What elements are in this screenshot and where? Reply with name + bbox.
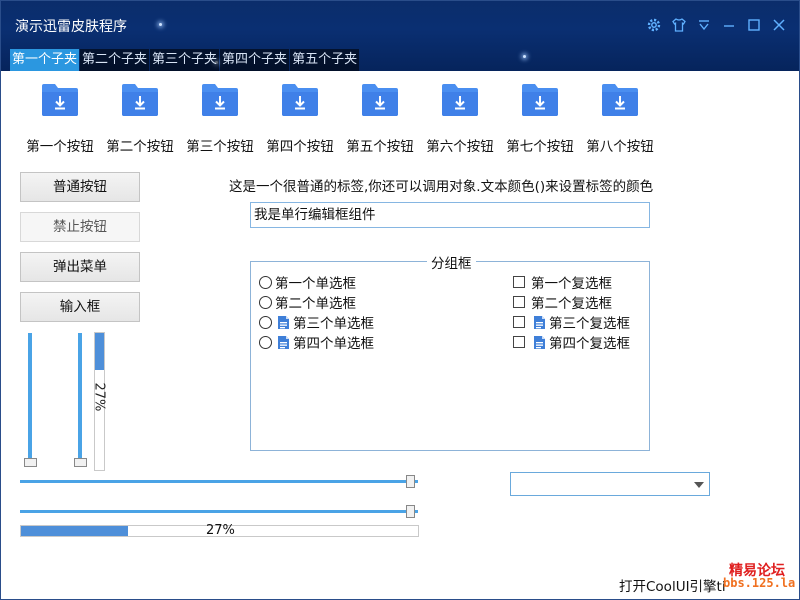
plain-label: 这是一个很普通的标签,你还可以调用对象.文本颜色()来设置标签的颜色 bbox=[229, 179, 654, 195]
restore-icon[interactable] bbox=[741, 13, 766, 37]
vertical-progress-fill bbox=[95, 333, 104, 370]
status-text: 打开CoolUI引擎ti bbox=[619, 579, 726, 595]
vertical-progress-text: 27% bbox=[91, 382, 107, 412]
checkbox-option-3[interactable]: 第三个复选框 bbox=[513, 313, 630, 332]
horizontal-progress-text: 27% bbox=[206, 523, 235, 538]
download-folder-icon bbox=[201, 83, 239, 117]
toolbar-button-label: 第一个按钮 bbox=[26, 139, 94, 155]
gear-icon[interactable] bbox=[641, 13, 666, 37]
disabled-button: 禁止按钮 bbox=[20, 212, 140, 242]
toolbar-button-6[interactable]: 第六个按钮 bbox=[420, 83, 500, 155]
document-icon bbox=[534, 315, 545, 329]
radio-circle[interactable] bbox=[259, 275, 272, 289]
checkbox-option-4[interactable]: 第四个复选框 bbox=[513, 333, 630, 352]
download-folder-icon bbox=[41, 83, 79, 117]
checkbox-label: 第四个复选框 bbox=[549, 336, 630, 352]
radio-label: 第二个单选框 bbox=[275, 296, 356, 312]
radio-circle[interactable] bbox=[259, 295, 272, 309]
horizontal-slider-2[interactable] bbox=[20, 510, 418, 513]
radio-label: 第一个单选框 bbox=[275, 276, 356, 292]
toolbar-button-1[interactable]: 第一个按钮 bbox=[20, 83, 100, 155]
horizontal-slider-1-thumb[interactable] bbox=[406, 475, 415, 488]
watermark-url: bbs.125.la bbox=[723, 576, 796, 590]
checkbox-option-2[interactable]: 第二个复选框 bbox=[513, 293, 612, 312]
tab-2[interactable]: 第二个子夹 bbox=[80, 49, 150, 71]
document-icon bbox=[278, 335, 289, 349]
tab-3[interactable]: 第三个子夹 bbox=[150, 49, 220, 71]
title-bar[interactable]: 演示迅雷皮肤程序 第一个子夹 第二个子夹 第三个子夹 第四个子夹 第五个子夹 bbox=[1, 1, 799, 71]
radio-option-2[interactable]: 第二个单选框 bbox=[259, 293, 356, 312]
tab-strip: 第一个子夹 第二个子夹 第三个子夹 第四个子夹 第五个子夹 bbox=[10, 49, 360, 71]
app-window: 演示迅雷皮肤程序 第一个子夹 第二个子夹 第三个子夹 第四个子夹 第五个子夹 第… bbox=[0, 0, 800, 600]
toolbar-button-label: 第八个按钮 bbox=[586, 139, 654, 155]
menu-down-icon[interactable] bbox=[691, 13, 716, 37]
shirt-icon[interactable] bbox=[666, 13, 691, 37]
checkbox-label: 第二个复选框 bbox=[531, 296, 612, 312]
popup-menu-button[interactable]: 弹出菜单 bbox=[20, 252, 140, 282]
toolbar-button-2[interactable]: 第二个按钮 bbox=[100, 83, 180, 155]
download-folder-icon bbox=[121, 83, 159, 117]
combo-box[interactable] bbox=[510, 472, 710, 496]
toolbar-button-4[interactable]: 第四个按钮 bbox=[260, 83, 340, 155]
document-icon bbox=[278, 315, 289, 329]
radio-option-1[interactable]: 第一个单选框 bbox=[259, 273, 356, 292]
window-title: 演示迅雷皮肤程序 bbox=[15, 19, 127, 35]
toolbar-button-label: 第三个按钮 bbox=[186, 139, 254, 155]
toolbar-button-label: 第二个按钮 bbox=[106, 139, 174, 155]
vertical-progress-bar: 27% bbox=[91, 332, 107, 471]
tab-4[interactable]: 第四个子夹 bbox=[220, 49, 290, 71]
horizontal-slider-1[interactable] bbox=[20, 480, 418, 483]
checkbox-square[interactable] bbox=[513, 336, 525, 348]
toolbar-button-5[interactable]: 第五个按钮 bbox=[340, 83, 420, 155]
radio-option-3[interactable]: 第三个单选框 bbox=[259, 313, 374, 332]
horizontal-progress-fill bbox=[21, 526, 129, 536]
checkbox-label: 第三个复选框 bbox=[549, 316, 630, 332]
radio-circle[interactable] bbox=[259, 335, 272, 349]
checkbox-option-1[interactable]: 第一个复选框 bbox=[513, 273, 612, 292]
toolbar-button-3[interactable]: 第三个按钮 bbox=[180, 83, 260, 155]
checkbox-square[interactable] bbox=[513, 316, 525, 328]
radio-label: 第三个单选框 bbox=[293, 316, 374, 332]
vertical-slider-2[interactable] bbox=[78, 333, 82, 463]
download-folder-icon bbox=[441, 83, 479, 117]
checkbox-square[interactable] bbox=[513, 296, 525, 308]
single-line-edit[interactable]: 我是单行编辑框组件 bbox=[250, 202, 650, 228]
toolbar-button-label: 第七个按钮 bbox=[506, 139, 574, 155]
download-folder-icon bbox=[281, 83, 319, 117]
download-folder-icon bbox=[361, 83, 399, 117]
toolbar-button-label: 第五个按钮 bbox=[346, 139, 414, 155]
vertical-slider-1[interactable] bbox=[28, 333, 32, 463]
normal-button[interactable]: 普通按钮 bbox=[20, 172, 140, 202]
toolbar-button-7[interactable]: 第七个按钮 bbox=[500, 83, 580, 155]
minimize-icon[interactable] bbox=[716, 13, 741, 37]
radio-label: 第四个单选框 bbox=[293, 336, 374, 352]
checkbox-label: 第一个复选框 bbox=[531, 276, 612, 292]
tab-5[interactable]: 第五个子夹 bbox=[290, 49, 360, 71]
horizontal-slider-2-thumb[interactable] bbox=[406, 505, 415, 518]
radio-option-4[interactable]: 第四个单选框 bbox=[259, 333, 374, 352]
tab-1[interactable]: 第一个子夹 bbox=[10, 49, 80, 71]
horizontal-progress-bar: 27% bbox=[20, 523, 419, 538]
toolbar-button-label: 第四个按钮 bbox=[266, 139, 334, 155]
chevron-down-icon[interactable] bbox=[694, 482, 704, 488]
toolbar-button-label: 第六个按钮 bbox=[426, 139, 494, 155]
download-folder-icon bbox=[521, 83, 559, 117]
download-folder-icon bbox=[601, 83, 639, 117]
input-box-button[interactable]: 输入框 bbox=[20, 292, 140, 322]
toolbar-button-8[interactable]: 第八个按钮 bbox=[580, 83, 660, 155]
group-box-title: 分组框 bbox=[427, 252, 476, 272]
document-icon bbox=[534, 335, 545, 349]
vertical-slider-2-thumb[interactable] bbox=[74, 458, 87, 467]
vertical-slider-1-thumb[interactable] bbox=[24, 458, 37, 467]
checkbox-square[interactable] bbox=[513, 276, 525, 288]
radio-circle[interactable] bbox=[259, 315, 272, 329]
close-icon[interactable] bbox=[766, 13, 791, 37]
